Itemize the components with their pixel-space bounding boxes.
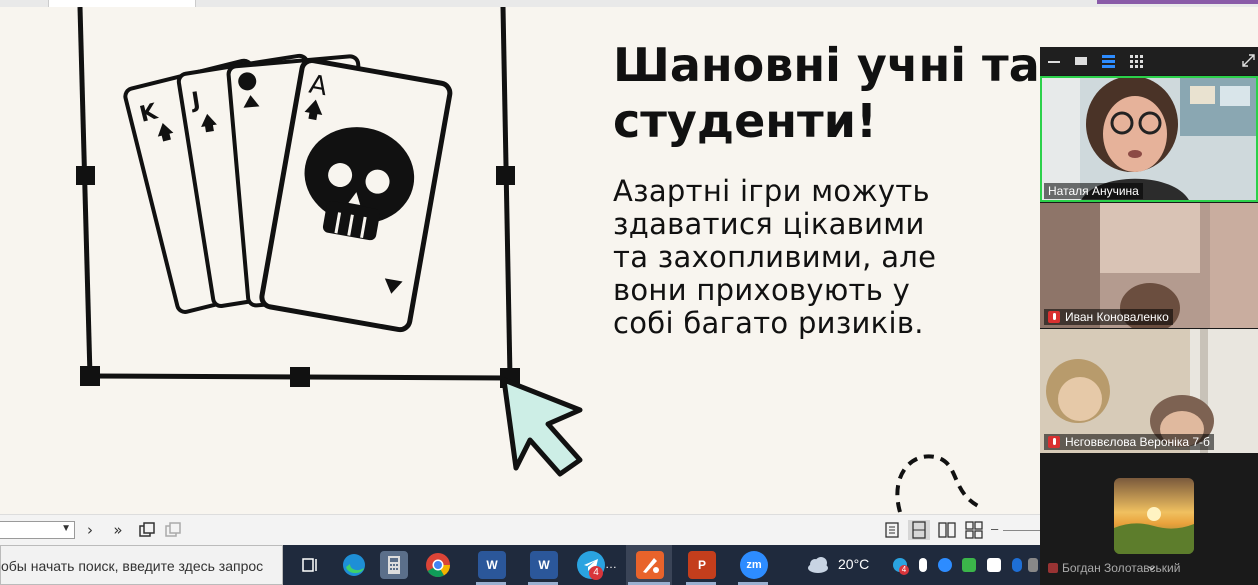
participant-tile[interactable]: Нєговвєлова Вероніка 7-б	[1040, 329, 1258, 453]
muted-mic-icon	[1048, 436, 1060, 448]
zoom-app-icon[interactable]: zm	[740, 551, 768, 579]
frame-right-line	[500, 7, 513, 378]
slide-illustration: K J A	[76, 7, 583, 477]
bluetooth-icon[interactable]	[1012, 558, 1022, 572]
two-page-continuous-icon[interactable]	[963, 520, 985, 540]
window-top-strip	[0, 0, 1258, 7]
chrome-icon[interactable]	[424, 551, 452, 579]
title-accent-bar	[1097, 0, 1258, 4]
screen: K J A Шановні учні та студенти! Азартні …	[0, 0, 1258, 585]
dashed-swirl-decoration	[895, 454, 981, 513]
page-select[interactable]: ▼	[0, 521, 75, 539]
participant-tile[interactable]: Наталя Анучина	[1040, 76, 1258, 202]
frame-handle[interactable]	[496, 166, 515, 185]
single-page-view-icon[interactable]	[881, 520, 903, 540]
gallery-view-icon[interactable]	[1130, 55, 1143, 68]
frame-handle[interactable]	[76, 166, 95, 185]
participant-name: Нєговвєлова Вероніка 7-б	[1044, 434, 1214, 450]
word-icon-label: W	[486, 558, 498, 572]
muted-mic-icon	[1048, 563, 1058, 573]
search-placeholder: обы начать поиск, введите здесь запрос	[1, 558, 264, 574]
zoom-slider[interactable]	[1003, 530, 1040, 531]
participant-avatar	[1114, 478, 1194, 554]
more-icon: …	[605, 557, 617, 571]
paste-icon[interactable]	[162, 519, 184, 541]
participant-name: Иван Коноваленко	[1044, 309, 1173, 325]
frame-handle[interactable]	[290, 367, 310, 387]
edge-browser-icon[interactable]	[340, 551, 368, 579]
expand-icon[interactable]	[1242, 54, 1255, 67]
participant-name-text: Иван Коноваленко	[1065, 310, 1169, 324]
task-view-icon[interactable]	[296, 551, 324, 579]
weather-temperature[interactable]: 20°C	[838, 556, 869, 572]
green-app-tray-icon[interactable]	[962, 558, 976, 572]
cloud-weather-icon[interactable]	[804, 551, 832, 579]
slide-body-line: та захопливими, але	[613, 240, 937, 274]
participant-name: Богдан Золотавський	[1048, 561, 1180, 575]
security-shield-icon[interactable]	[987, 558, 1001, 572]
slide-title: Шановні учні та студенти!	[613, 38, 1040, 148]
taskbar-search-box[interactable]: обы начать поиск, введите здесь запрос	[0, 545, 283, 585]
zoom-tray-icon[interactable]	[938, 558, 952, 572]
last-page-icon[interactable]: »	[107, 519, 129, 541]
microphone-icon[interactable]	[919, 558, 927, 572]
playing-cards-icon: K J A	[123, 53, 453, 333]
calculator-icon[interactable]	[380, 551, 408, 579]
powerpoint-icon-label: P	[697, 558, 706, 572]
zoom-out-icon[interactable]: –	[991, 521, 998, 536]
zoom-icon-label: zm	[746, 559, 762, 571]
copy-icon[interactable]	[136, 519, 158, 541]
two-page-view-icon[interactable]	[936, 520, 958, 540]
word-icon[interactable]: W	[530, 551, 558, 579]
slide-body-line: вони приховують у	[613, 273, 911, 307]
frame-handle[interactable]	[80, 366, 100, 386]
participant-name: Наталя Анучина	[1044, 183, 1143, 199]
presentation-viewer-icon[interactable]	[636, 551, 664, 579]
continuous-view-icon[interactable]	[908, 520, 930, 540]
zoom-panel-toolbar	[1040, 47, 1258, 75]
speaker-view-icon[interactable]	[1102, 55, 1115, 68]
zoom-participants-panel: Наталя Анучина Иван Коноваленко Нєговвєл…	[1040, 47, 1258, 585]
frame-left-line	[77, 7, 93, 377]
word-icon-label: W	[538, 558, 550, 572]
word-icon[interactable]: W	[478, 551, 506, 579]
participant-name-text: Богдан Золотавський	[1062, 561, 1181, 575]
active-tab[interactable]	[48, 0, 196, 7]
tray-unread-badge: 4	[899, 565, 909, 575]
next-page-icon[interactable]: ›	[79, 519, 101, 541]
participant-name-text: Наталя Анучина	[1048, 184, 1139, 198]
slide-body-line: собі багато ризиків.	[613, 306, 924, 340]
minimize-icon[interactable]	[1048, 61, 1060, 63]
single-video-icon[interactable]	[1075, 57, 1087, 65]
slide-body: Азартні ігри можуть здаватися цікавими т…	[613, 175, 1033, 340]
participant-tile[interactable]: Иван Коноваленко	[1040, 203, 1258, 328]
viewer-status-bar: ▼ › » –	[0, 514, 1040, 545]
powerpoint-icon[interactable]: P	[688, 551, 716, 579]
slide-body-line: здаватися цікавими	[613, 207, 925, 241]
telegram-unread-badge: 4	[589, 566, 603, 580]
slide-body-line: Азартні ігри можуть	[613, 174, 930, 208]
muted-mic-icon	[1048, 311, 1060, 323]
chevron-down-icon: ▼	[61, 523, 71, 534]
windows-taskbar: обы начать поиск, введите здесь запрос W…	[0, 545, 1040, 585]
mouse-pointer-icon	[501, 377, 583, 477]
tray-more-icon[interactable]	[1028, 558, 1038, 572]
participant-name-text: Нєговвєлова Вероніка 7-б	[1065, 435, 1210, 449]
presentation-slide: K J A Шановні учні та студенти! Азартні …	[0, 7, 1040, 514]
